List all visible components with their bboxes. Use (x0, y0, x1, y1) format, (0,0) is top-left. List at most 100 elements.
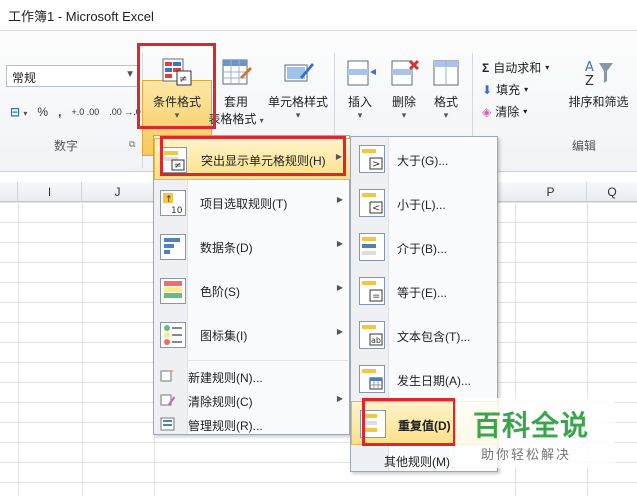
submenu-item-equal-to[interactable]: = 等于(E)... (351, 269, 499, 313)
grid-line (82, 202, 83, 496)
svg-text:10: 10 (171, 206, 183, 215)
menu-item-manage-rules[interactable]: 管理规则(R)... (154, 412, 351, 436)
format-cells-icon (430, 57, 462, 89)
menu-item-label: 色阶(S) (200, 285, 240, 299)
between-icon (359, 233, 385, 261)
currency-icon: ⊟ (10, 105, 21, 119)
percent-style-button[interactable]: % (37, 105, 48, 119)
submenu-arrow-icon: ▶ (336, 327, 343, 336)
annotation-box-highlight-rules (160, 136, 346, 176)
submenu-arrow-icon: ▶ (336, 283, 343, 292)
chevron-down-icon[interactable]: ▼ (125, 69, 135, 80)
table-format-label-1: 套用 (223, 95, 248, 109)
increase-decimal-button[interactable]: +.0 .00 (71, 107, 99, 117)
chevron-down-icon: ▾ (295, 110, 301, 120)
delete-button[interactable]: 删除 ▾ (384, 57, 424, 121)
menu-item-new-rule[interactable]: 新建规则(N)... (154, 364, 351, 388)
insert-button[interactable]: 插入 ▾ (340, 57, 380, 121)
dialog-launcher-icon[interactable]: ⧉ (129, 139, 135, 150)
equal-to-icon: = (359, 277, 385, 305)
svg-text:=: = (372, 291, 380, 302)
svg-text:A: A (585, 60, 594, 75)
sort-filter-icon: A Z (583, 57, 615, 89)
submenu-arrow-icon: ▶ (336, 239, 343, 248)
color-scales-icon (160, 278, 186, 304)
submenu-item-date-occurring[interactable]: 发生日期(A)... (351, 357, 499, 401)
menu-item-label: 清除规则(C) (188, 395, 253, 409)
submenu-item-other-rules[interactable]: 其他规则(M) (384, 453, 450, 470)
submenu-item-label: 发生日期(A)... (397, 374, 471, 388)
autosum-button[interactable]: Σ 自动求和 ▾ (482, 59, 549, 76)
fill-button[interactable]: ⬇ 填充 ▾ (482, 81, 528, 98)
chevron-down-icon: ▾ (401, 110, 407, 120)
clear-button[interactable]: ◈ 清除 ▾ (482, 103, 527, 120)
clear-rules-icon (160, 392, 176, 408)
menu-item-top-bottom-rules[interactable]: ↑ 10 项目选取规则(T) ▶ (154, 182, 351, 224)
watermark: 百科全说 助你轻松解决 (455, 398, 615, 468)
format-as-table-button[interactable]: 套用 表格格式 ▾ (208, 57, 264, 127)
window-title: 工作簿1 - Microsoft Excel (8, 9, 154, 24)
top-bottom-icon: ↑ 10 (160, 190, 186, 216)
title-bar: 工作簿1 - Microsoft Excel (0, 0, 637, 30)
submenu-item-less-than[interactable]: < 小于(L)... (351, 181, 499, 225)
menu-item-color-scales[interactable]: 色阶(S) ▶ (154, 270, 351, 312)
watermark-slogan: 助你轻松解决 (481, 447, 572, 462)
column-header-q[interactable]: Q (587, 182, 637, 202)
annotation-box-duplicate-values (362, 398, 456, 446)
submenu-item-between[interactable]: 介于(B)... (351, 225, 499, 269)
watermark-brand: 百科全说 (473, 410, 590, 441)
cell-styles-button[interactable]: 单元格样式 ▾ (266, 57, 330, 121)
sort-filter-button[interactable]: A Z 排序和筛选 (560, 57, 637, 110)
number-format-value: 常规 (12, 71, 37, 85)
sort-filter-label: 排序和筛选 (568, 95, 629, 109)
number-group-label: 数字 (54, 139, 79, 153)
column-header-j[interactable]: J (82, 182, 154, 202)
svg-text:Z: Z (585, 74, 594, 89)
menu-divider (188, 360, 348, 361)
submenu-item-text-contains[interactable]: ab 文本包含(T)... (351, 313, 499, 357)
format-button[interactable]: 格式 ▾ (426, 57, 466, 121)
autosum-label: 自动求和 (493, 61, 542, 75)
format-label: 格式 (433, 95, 458, 109)
chevron-down-icon: ▾ (523, 107, 528, 116)
menu-item-clear-rules[interactable]: 清除规则(C) ▶ (154, 388, 351, 412)
sigma-icon: Σ (482, 60, 490, 75)
svg-text:↑: ↑ (165, 195, 173, 205)
submenu-item-label: 文本包含(T)... (397, 330, 471, 344)
less-than-icon: < (359, 189, 385, 217)
manage-rules-icon (160, 416, 176, 432)
data-bars-icon (160, 234, 186, 260)
menu-item-data-bars[interactable]: 数据条(D) ▶ (154, 226, 351, 268)
clear-label: 清除 (495, 105, 520, 119)
conditional-formatting-menu: ≠ 突出显示单元格规则(H) ▶ ↑ 10 项目选取规则(T) ▶ 数据条(D) … (153, 135, 351, 436)
chevron-down-icon: ▾ (259, 116, 264, 125)
fill-label: 填充 (496, 83, 521, 97)
chevron-down-icon: ▾ (443, 110, 449, 120)
menu-item-icon-sets[interactable]: 图标集(I) ▶ (154, 314, 351, 356)
calendar-icon (359, 365, 385, 393)
svg-text:ab: ab (371, 336, 381, 345)
chevron-down-icon: ▾ (524, 85, 529, 94)
insert-cells-icon (344, 57, 376, 89)
delete-label: 删除 (391, 95, 416, 109)
number-format-select[interactable]: 常规 ▼ (6, 65, 140, 87)
menu-item-label: 管理规则(R)... (188, 419, 263, 433)
chevron-down-icon: ▾ (23, 109, 28, 118)
comma-style-button[interactable]: , (58, 105, 61, 119)
grid-line (18, 202, 19, 496)
menu-item-label: 图标集(I) (200, 329, 248, 343)
select-all-corner[interactable] (0, 182, 18, 202)
menu-item-label: 新建规则(N)... (188, 371, 263, 385)
chevron-down-icon: ▾ (357, 110, 363, 120)
submenu-item-label: 等于(E)... (397, 286, 447, 300)
column-header-i[interactable]: I (18, 182, 82, 202)
accounting-format-button[interactable]: ⊟ ▾ (10, 105, 27, 119)
submenu-arrow-icon: ▶ (336, 394, 343, 403)
annotation-box-conditional-formatting (137, 43, 216, 129)
column-header-p[interactable]: P (515, 182, 587, 202)
menu-item-label: 项目选取规则(T) (200, 197, 288, 211)
submenu-item-label: 小于(L)... (397, 198, 446, 212)
text-contains-icon: ab (359, 321, 385, 349)
table-format-icon (220, 57, 252, 89)
submenu-item-greater-than[interactable]: > 大于(G)... (351, 137, 499, 181)
